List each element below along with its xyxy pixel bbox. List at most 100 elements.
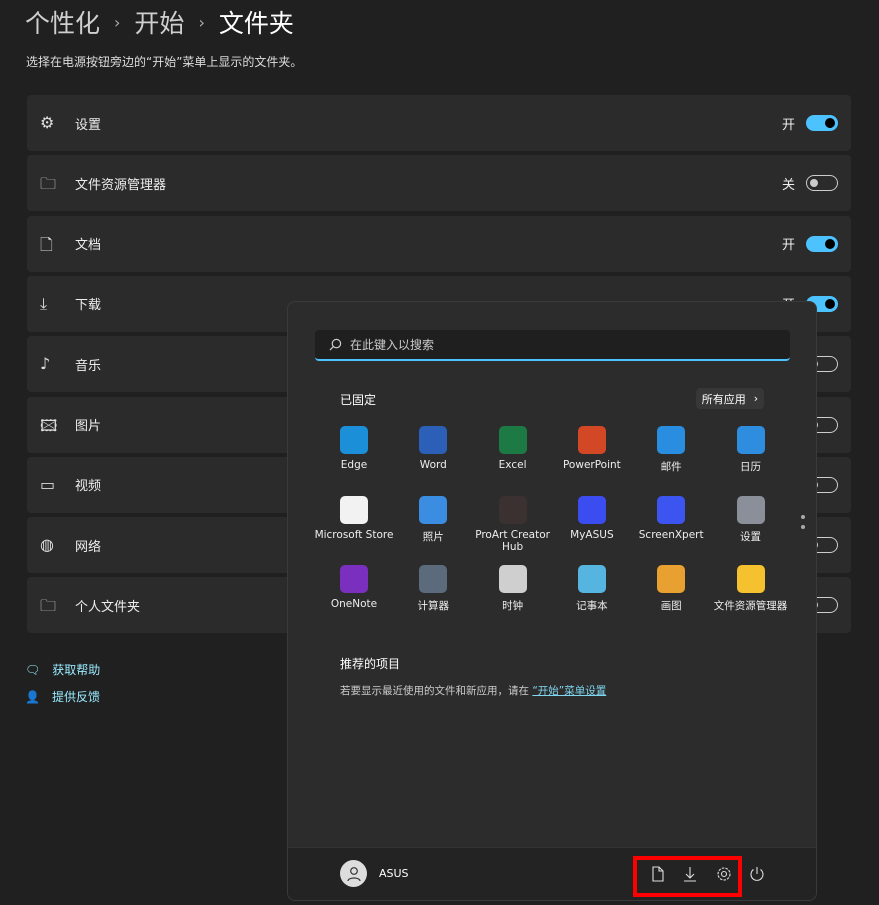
toggle-state: 关 [781, 177, 795, 193]
recommended-text-body: 若要显示最近使用的文件和新应用，请在 [340, 685, 529, 697]
app-label: Edge [340, 459, 368, 471]
app-icon [736, 426, 765, 454]
pinned-app[interactable]: OneNote [314, 565, 394, 610]
breadcrumb: 个性化 › 开始 › 文件夹 [25, 4, 294, 40]
pinned-app[interactable]: Word [393, 426, 473, 471]
toggle-switch[interactable] [806, 115, 838, 131]
pinned-app[interactable]: 计算器 [393, 565, 473, 613]
app-icon [340, 426, 368, 454]
app-label: 计算器 [417, 600, 450, 612]
start-settings-link[interactable]: “开始”菜单设置 [532, 685, 606, 697]
app-icon [498, 495, 527, 524]
start-menu: 在此键入以搜索 已固定 所有应用 › Edge Word Excel PowerPoin… [287, 301, 817, 901]
pinned-app[interactable]: Edge [314, 426, 394, 471]
app-icon [340, 565, 368, 593]
app-icon [419, 565, 448, 593]
app-label: PowerPoint [562, 459, 621, 471]
recommended-title: 推荐的项目 [340, 657, 401, 671]
user-icon [346, 866, 361, 881]
pinned-title: 已固定 [340, 393, 377, 407]
toggle-state: 开 [781, 117, 795, 133]
app-icon [657, 426, 686, 454]
pinned-app[interactable]: MyASUS [552, 495, 632, 541]
app-label: 记事本 [576, 600, 608, 612]
pinned-app[interactable]: PowerPoint [552, 426, 632, 471]
feedback-icon: 👤 [25, 689, 40, 704]
help-icon: 🗨 [25, 662, 41, 677]
pinned-app[interactable]: ProArt Creator Hub [473, 495, 553, 553]
folder-label: 视频 [75, 479, 102, 495]
app-icon [498, 565, 527, 593]
app-icon [577, 426, 606, 454]
power-icon[interactable] [748, 865, 766, 883]
app-label: 文件资源管理器 [713, 600, 788, 612]
search-icon [329, 338, 342, 351]
app-label: 画图 [660, 600, 682, 612]
pinned-app[interactable]: 日历 [711, 426, 791, 474]
folder-label: 音乐 [75, 358, 102, 374]
user-name: ASUS [379, 867, 409, 880]
feedback-link[interactable]: 👤 提供反馈 [25, 688, 100, 705]
app-label: MyASUS [570, 528, 614, 541]
globe-icon: ◍ [40, 535, 54, 555]
feedback-label[interactable]: 提供反馈 [52, 688, 100, 705]
folder-icon: 🗀 [40, 174, 57, 194]
gear-icon: ⚙ [40, 113, 55, 132]
folder-label: 文件资源管理器 [75, 177, 167, 193]
breadcrumb-personalization[interactable]: 个性化 [25, 4, 100, 40]
folder-label: 图片 [75, 419, 102, 434]
toggle-switch[interactable] [806, 175, 838, 192]
chevron-right-icon: › [753, 392, 759, 405]
app-label: ProArt Creator Hub [475, 528, 550, 553]
toggle-switch[interactable] [806, 235, 838, 252]
pinned-app[interactable]: 画图 [631, 565, 711, 613]
pinned-app[interactable]: 文件资源管理器 [711, 565, 791, 613]
app-label: 邮件 [660, 461, 682, 473]
pinned-app[interactable]: 照片 [393, 495, 473, 544]
chevron-right-icon: › [198, 12, 205, 32]
highlight-box [633, 856, 742, 897]
video-icon: ▭ [40, 474, 56, 494]
avatar [340, 860, 367, 887]
pinned-app[interactable]: Microsoft Store [314, 495, 394, 541]
pinned-app[interactable]: 设置 [711, 495, 791, 544]
app-label: 照片 [422, 530, 444, 543]
chevron-right-icon: › [114, 12, 121, 32]
search-input[interactable]: 在此键入以搜索 [315, 330, 790, 361]
pinned-app[interactable]: 邮件 [631, 426, 711, 474]
app-icon [736, 565, 765, 593]
page-title: 文件夹 [218, 9, 294, 38]
pinned-app[interactable]: 时钟 [473, 565, 553, 613]
picture-icon: 🖾 [40, 415, 58, 435]
document-icon: 🗋 [40, 234, 53, 254]
all-apps-label: 所有应用 [701, 392, 746, 406]
folder-row: ⚙ 设置 开 [27, 95, 851, 151]
app-icon [577, 495, 606, 524]
app-icon [736, 495, 765, 524]
app-label: ScreenXpert [638, 528, 704, 541]
breadcrumb-start[interactable]: 开始 [134, 4, 184, 40]
get-help-label[interactable]: 获取帮助 [52, 661, 100, 678]
page-indicator[interactable] [801, 515, 805, 535]
folder-label: 设置 [75, 117, 102, 133]
app-label: Word [419, 459, 447, 471]
app-icon [498, 426, 527, 454]
folder-label: 个人文件夹 [75, 599, 141, 615]
pinned-app[interactable]: 记事本 [552, 565, 632, 613]
toggle-state: 开 [781, 238, 795, 254]
folder-row: 🗀 文件资源管理器 关 [27, 155, 851, 212]
folder-row: 🗋 文档 开 [27, 215, 851, 272]
search-placeholder: 在此键入以搜索 [350, 338, 435, 352]
folder-label: 文档 [75, 238, 102, 254]
music-icon: ♪ [40, 354, 51, 374]
app-label: 时钟 [502, 600, 524, 612]
download-icon: ⤓ [40, 293, 48, 313]
pinned-app[interactable]: Excel [473, 426, 553, 471]
app-label: Excel [498, 459, 527, 471]
get-help-link[interactable]: 🗨 获取帮助 [25, 661, 100, 678]
app-icon [340, 495, 368, 524]
user-account-button[interactable]: ASUS [340, 860, 409, 887]
pinned-app[interactable]: ScreenXpert [631, 495, 711, 541]
all-apps-button[interactable]: 所有应用 › [696, 388, 764, 409]
app-label: 设置 [740, 530, 761, 543]
